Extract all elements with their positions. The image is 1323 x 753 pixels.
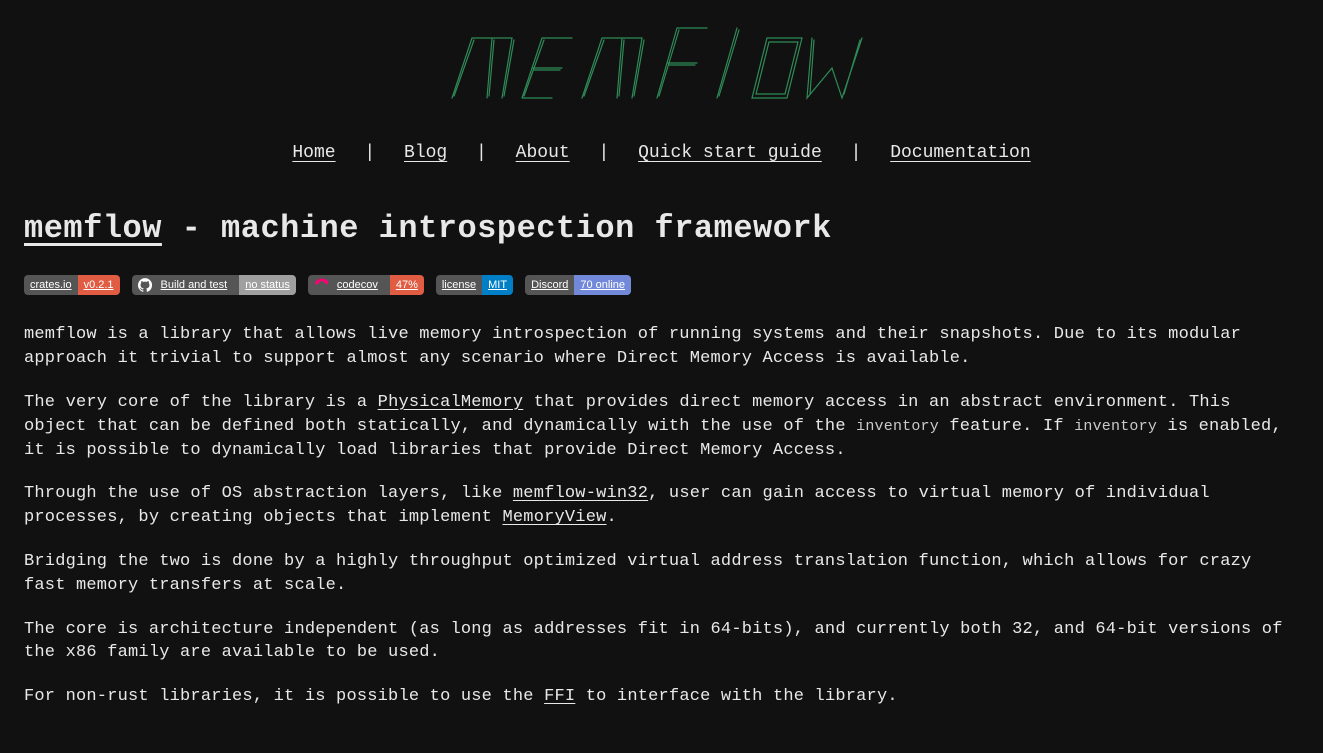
logo (0, 0, 1323, 121)
nav-link-about[interactable]: About (516, 143, 570, 163)
badge-label: Discord (525, 275, 574, 295)
github-icon (138, 278, 152, 292)
badge-value: no status (239, 275, 296, 295)
badge-label: Build and test (132, 275, 240, 295)
title-rest: - machine introspection framework (162, 210, 832, 247)
page-title: memflow - machine introspection framewor… (24, 207, 1299, 252)
link-ffi[interactable]: FFI (544, 687, 575, 706)
link-memoryview[interactable]: MemoryView (502, 508, 606, 527)
intro-paragraph-2: The very core of the library is a Physic… (24, 391, 1299, 462)
main-nav: Home | Blog | About | Quick start guide … (0, 121, 1323, 206)
nav-separator: | (364, 141, 375, 166)
intro-paragraph-5: The core is architecture independent (as… (24, 618, 1299, 666)
nav-link-quickstart[interactable]: Quick start guide (638, 143, 822, 163)
nav-separator: | (851, 141, 862, 166)
title-link-memflow[interactable]: memflow (24, 210, 162, 247)
nav-separator: | (599, 141, 610, 166)
memflow-ascii-logo (442, 18, 882, 104)
badge-label: crates.io (24, 275, 78, 295)
badge-label: license (436, 275, 482, 295)
badges-row: crates.io v0.2.1 Build and test no statu… (24, 275, 1299, 295)
nav-link-home[interactable]: Home (292, 143, 335, 163)
codecov-icon (314, 278, 328, 292)
badge-codecov[interactable]: codecov 47% (308, 275, 424, 295)
badge-value: 70 online (574, 275, 631, 295)
badge-crates[interactable]: crates.io v0.2.1 (24, 275, 120, 295)
nav-separator: | (476, 141, 487, 166)
intro-paragraph-1: memflow is a library that allows live me… (24, 323, 1299, 371)
nav-link-blog[interactable]: Blog (404, 143, 447, 163)
badge-label: codecov (308, 275, 390, 295)
intro-paragraph-6: For non-rust libraries, it is possible t… (24, 685, 1299, 709)
code-inventory: inventory (1074, 418, 1157, 435)
badge-discord[interactable]: Discord 70 online (525, 275, 631, 295)
link-memflow-win32[interactable]: memflow-win32 (513, 484, 648, 503)
badge-license[interactable]: license MIT (436, 275, 513, 295)
badge-value: MIT (482, 275, 513, 295)
link-physicalmemory[interactable]: PhysicalMemory (378, 393, 524, 412)
intro-paragraph-4: Bridging the two is done by a highly thr… (24, 550, 1299, 598)
badge-build[interactable]: Build and test no status (132, 275, 296, 295)
badge-value: 47% (390, 275, 424, 295)
nav-link-documentation[interactable]: Documentation (890, 143, 1030, 163)
code-inventory: inventory (856, 418, 939, 435)
badge-value: v0.2.1 (78, 275, 120, 295)
intro-paragraph-3: Through the use of OS abstraction layers… (24, 482, 1299, 530)
